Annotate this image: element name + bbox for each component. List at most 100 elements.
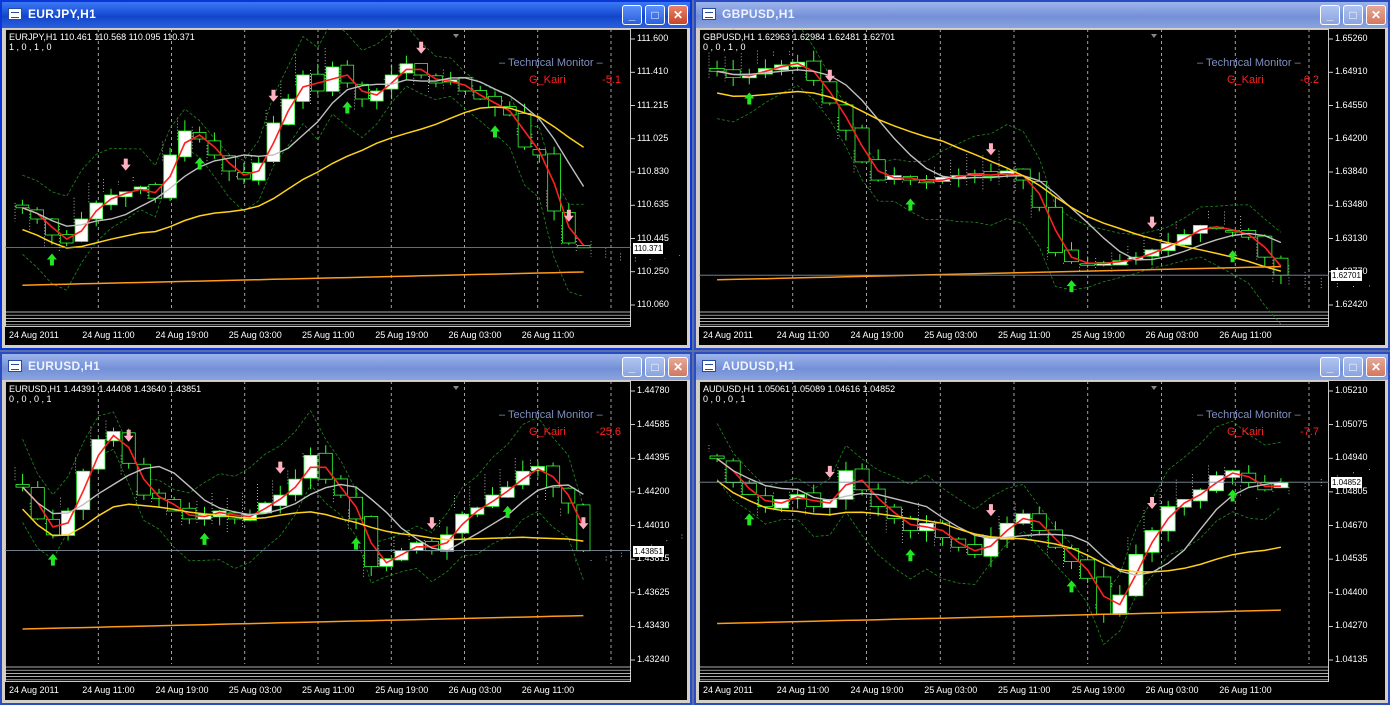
price-axis-label: 1.05210	[1335, 385, 1368, 395]
maximize-button[interactable]: □	[1343, 357, 1363, 377]
indicator-flags: 0 , 0 , 0 , 1	[703, 394, 746, 404]
price-axis-label: 110.060	[637, 299, 669, 309]
maximize-button[interactable]: □	[645, 5, 665, 25]
sell-arrow-icon	[985, 504, 996, 517]
signal-arrows	[46, 41, 574, 266]
bollinger-lower	[22, 85, 584, 297]
window-title: EURUSD,H1	[28, 359, 101, 373]
time-axis-label: 25 Aug 03:00	[228, 685, 282, 695]
price-chart[interactable]: 1.05210 1.05075 1.04940 1.04805 1.04670 1.045…	[699, 381, 1385, 700]
time-axis-label: 26 Aug 03:00	[448, 685, 502, 695]
candle-body	[709, 68, 725, 72]
kairi-label: G_Kairi	[1227, 74, 1264, 86]
time-axis-label: 24 Aug 19:00	[850, 685, 904, 695]
close-button[interactable]: ✕	[1366, 357, 1386, 377]
sell-arrow-icon	[1147, 216, 1158, 229]
candle-body	[15, 204, 30, 209]
current-price-tag: 110.371	[633, 242, 664, 254]
chart-shift-icon	[1151, 386, 1157, 390]
price-axis-label: 110.830	[637, 166, 669, 176]
minimize-button[interactable]: _	[622, 357, 642, 377]
sell-arrow-icon	[120, 158, 131, 171]
title-bar[interactable]: EURJPY,H1 _ □ ✕	[2, 2, 690, 28]
chart-window-icon	[702, 8, 716, 20]
kairi-value: -25.6	[595, 426, 621, 438]
time-axis-label: 25 Aug 19:00	[375, 330, 429, 340]
time-axis-label: 24 Aug 19:00	[155, 330, 209, 340]
time-axis-label: 26 Aug 11:00	[521, 685, 575, 695]
price-axis-label: 110.635	[637, 199, 669, 210]
long-ma-line	[22, 614, 584, 630]
maximize-button[interactable]: □	[645, 357, 665, 377]
close-button[interactable]: ✕	[668, 5, 688, 25]
price-chart[interactable]: 111.600 111.410 111.215 111.025 110.830 110.6…	[5, 29, 687, 345]
long-ma-line	[717, 609, 1281, 625]
bollinger-upper	[22, 29, 584, 205]
bollinger-lower	[716, 479, 1282, 646]
buy-arrow-icon	[194, 157, 205, 170]
buy-arrow-icon	[744, 513, 755, 526]
time-axis-label: 25 Aug 19:00	[1071, 685, 1125, 695]
sell-arrow-icon	[426, 517, 437, 530]
chart-window-audusd[interactable]: AUDUSD,H1 _ □ ✕ 1.05210 1.05075 1.04940 1.0…	[694, 352, 1390, 705]
kairi-value: -6.2	[1300, 74, 1319, 86]
time-axis-label: 24 Aug 2011	[9, 685, 59, 695]
time-axis-label: 24 Aug 19:00	[850, 330, 904, 340]
buy-arrow-icon	[905, 198, 916, 211]
time-axis-label: 26 Aug 03:00	[448, 330, 502, 340]
title-bar[interactable]: GBPUSD,H1 _ □ ✕	[696, 2, 1388, 28]
price-chart[interactable]: 1.65260 1.64910 1.64550 1.64200 1.63840 1.634…	[699, 29, 1385, 345]
buy-arrow-icon	[490, 125, 500, 138]
kairi-label: G_Kairi	[529, 426, 566, 438]
bollinger-upper	[716, 420, 1281, 598]
bollinger-lower	[717, 85, 1282, 325]
sell-arrow-icon	[824, 69, 835, 82]
title-bar[interactable]: AUDUSD,H1 _ □ ✕	[696, 354, 1388, 380]
slow-ma-line	[22, 503, 584, 542]
time-axis-label: 24 Aug 11:00	[82, 330, 135, 340]
price-chart[interactable]: 1.44780 1.44585 1.44395 1.44200 1.44010 1.438…	[5, 381, 687, 700]
minimize-button[interactable]: _	[1320, 5, 1340, 25]
price-axis-label: 111.025	[637, 132, 669, 143]
price-axis-label: 110.250	[637, 265, 669, 276]
window-title: AUDUSD,H1	[722, 359, 795, 373]
minimize-button[interactable]: _	[622, 5, 642, 25]
time-axis-label: 25 Aug 03:00	[924, 330, 978, 340]
time-axis-label: 26 Aug 11:00	[1219, 685, 1272, 695]
sell-arrow-icon	[268, 89, 279, 102]
minimize-button[interactable]: _	[1320, 357, 1340, 377]
kairi-label: G_Kairi	[529, 74, 566, 86]
price-axis-label: 1.04535	[1335, 553, 1368, 564]
price-axis-label: 110.445	[637, 232, 669, 243]
indicator-flags: 1 , 0 , 1 , 0	[9, 42, 52, 52]
chart-window-gbpusd[interactable]: GBPUSD,H1 _ □ ✕ 1.65260 1.64910 1.64550 1.6…	[694, 0, 1390, 350]
price-axis-label: 1.04670	[1335, 519, 1368, 530]
technical-monitor-title: – Technical Monitor –	[499, 57, 603, 69]
price-axis-label: 111.600	[637, 33, 669, 43]
price-axis-label: 1.64910	[1335, 66, 1368, 77]
close-button[interactable]: ✕	[668, 357, 688, 377]
time-axis-label: 24 Aug 11:00	[776, 685, 830, 695]
chart-window-icon	[8, 360, 22, 372]
kairi-value: -5.1	[602, 74, 621, 86]
close-button[interactable]: ✕	[1366, 5, 1386, 25]
price-axis-label: 1.62420	[1335, 299, 1368, 309]
buy-arrow-icon	[905, 549, 916, 562]
fast-ma-line	[716, 458, 1281, 606]
technical-monitor-title: – Technical Monitor –	[1197, 409, 1301, 421]
ichimoku-cloud	[708, 50, 1370, 289]
maximize-button[interactable]: □	[1343, 5, 1363, 25]
candle-body	[1241, 472, 1257, 484]
price-axis-label: 1.44780	[637, 385, 670, 395]
symbol-info: EURJPY,H1 110.461 110.568 110.095 110.37…	[9, 32, 195, 42]
candle-body	[370, 90, 384, 102]
time-axis-label: 26 Aug 03:00	[1145, 685, 1199, 695]
chart-window-eurusd[interactable]: EURUSD,H1 _ □ ✕ 1.44780 1.44585 1.44395 1.4…	[0, 352, 692, 705]
price-axis-label: 1.05075	[1335, 418, 1368, 429]
sell-arrow-icon	[275, 461, 286, 474]
title-bar[interactable]: EURUSD,H1 _ □ ✕	[2, 354, 690, 380]
long-ma-line	[22, 271, 584, 286]
price-axis-label: 1.64200	[1335, 132, 1368, 143]
chart-window-eurjpy[interactable]: EURJPY,H1 _ □ ✕ 111.600 111.410 111.215 111…	[0, 0, 692, 350]
price-axis-label: 111.215	[637, 99, 669, 110]
